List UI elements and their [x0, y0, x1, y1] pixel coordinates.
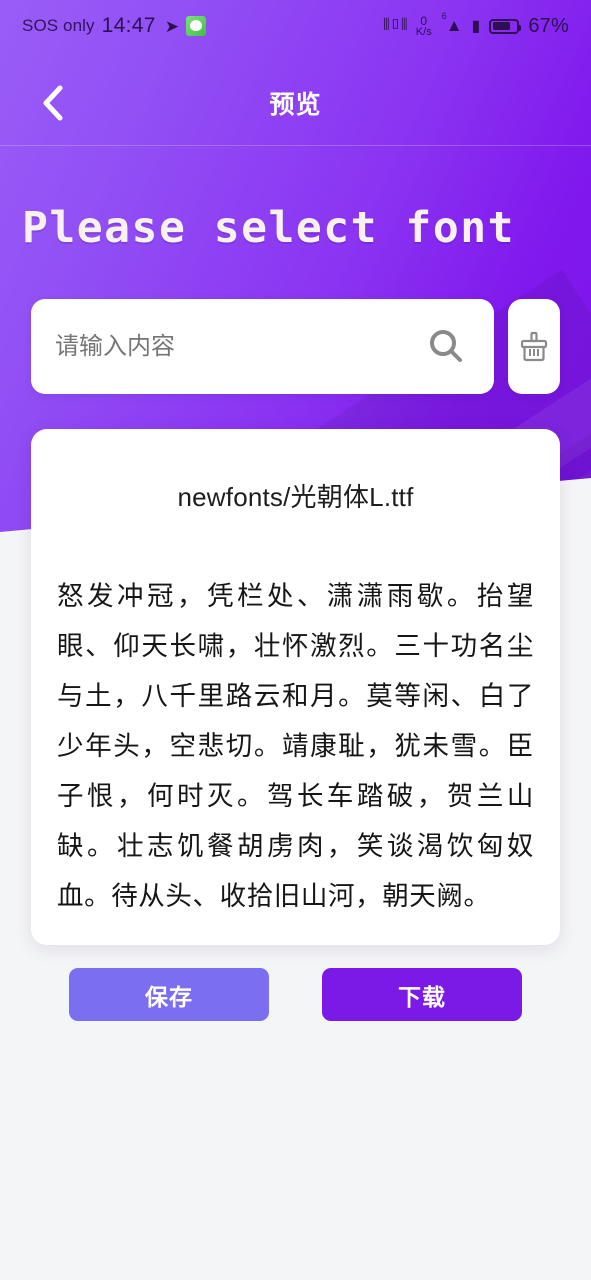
nav-bar: 预览 [0, 60, 591, 145]
battery-percent-label: 67% [528, 14, 569, 37]
download-button[interactable]: 下载 [322, 968, 522, 1021]
chevron-left-icon [43, 85, 63, 120]
back-button[interactable] [30, 81, 74, 125]
network-speed-value: 0 [420, 13, 428, 28]
app-screen: SOS only 14:47 ➤ ⦀▯⦀ 0 K/s 6▲ ▮ 67% 预览 P… [0, 0, 591, 1280]
font-preview-card: newfonts/光朝体L.ttf 怒发冲冠，凭栏处、潇潇雨歇。抬望眼、仰天长啸… [31, 429, 560, 1021]
clock-label: 14:47 [101, 14, 156, 37]
status-bar-left: SOS only 14:47 ➤ [22, 14, 206, 38]
network-speed-unit: K/s [415, 25, 432, 38]
status-bar-right: ⦀▯⦀ 0 K/s 6▲ ▮ 67% [382, 11, 569, 38]
card-actions: 保存 下载 [57, 940, 534, 1021]
battery-fill [492, 22, 511, 30]
wechat-icon [185, 16, 206, 36]
search-box[interactable] [31, 299, 494, 394]
sim-alert-icon: ▮ [471, 18, 481, 35]
wifi-generation-label: 6 [441, 11, 447, 22]
page-title: 预览 [269, 90, 322, 119]
vibrate-icon: ⦀▯⦀ [382, 17, 408, 34]
search-icon [430, 329, 462, 362]
status-bar: SOS only 14:47 ➤ ⦀▯⦀ 0 K/s 6▲ ▮ 67% [0, 0, 591, 52]
nav-divider [0, 145, 591, 146]
font-path-label: newfonts/光朝体L.ttf [177, 482, 414, 512]
hero-heading: Please select font [22, 203, 515, 253]
broom-icon [520, 331, 548, 361]
search-button[interactable] [424, 325, 468, 369]
save-button[interactable]: 保存 [69, 968, 269, 1021]
search-input[interactable] [55, 332, 424, 361]
network-speed-indicator: 0 K/s [416, 15, 432, 38]
font-sample-text: 怒发冲冠，凭栏处、潇潇雨歇。抬望眼、仰天长啸，壮怀激烈。三十功名尘与土，八千里路… [57, 581, 534, 912]
telegram-icon: ➤ [164, 16, 179, 36]
battery-icon [489, 18, 522, 34]
clear-button[interactable] [508, 299, 560, 394]
wifi-icon: 6▲ [441, 11, 463, 35]
search-row [31, 299, 560, 394]
carrier-label: SOS only [22, 16, 95, 35]
